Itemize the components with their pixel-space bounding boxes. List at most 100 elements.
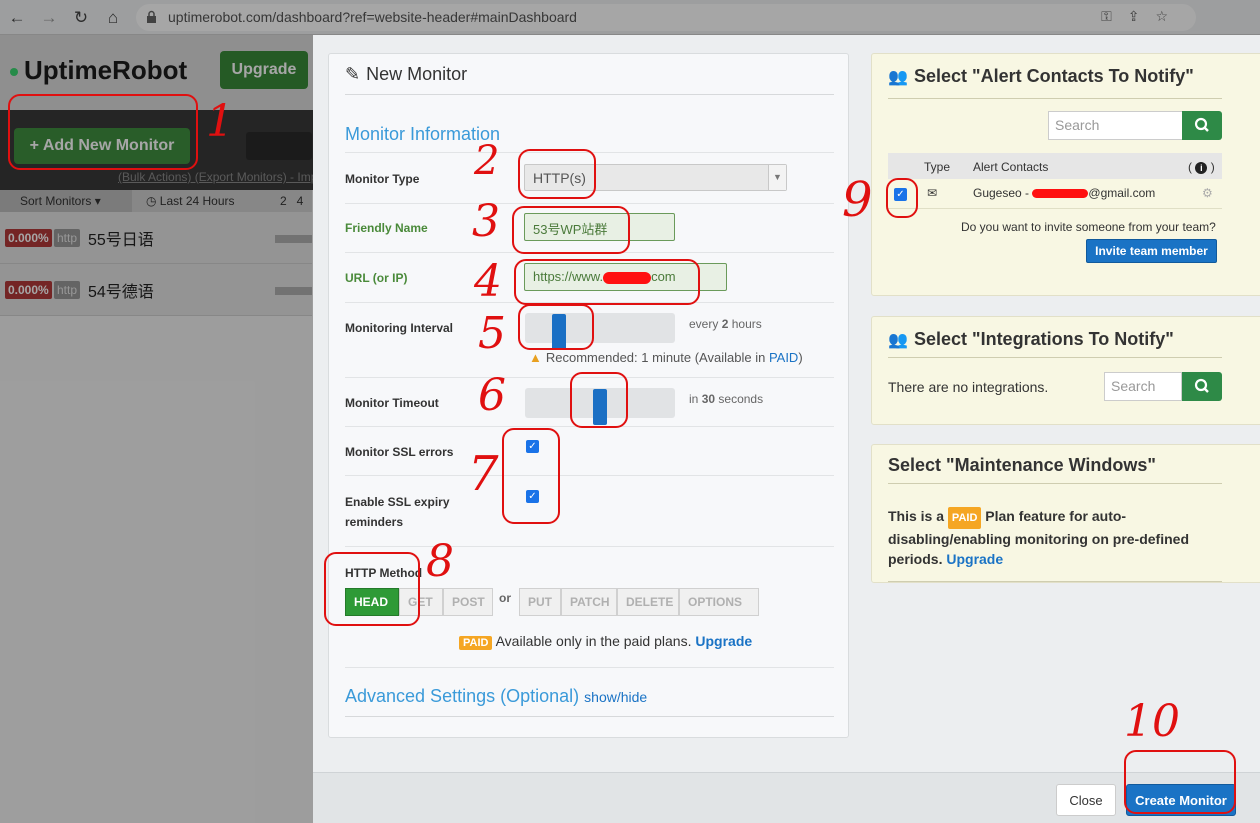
monitor-row[interactable]: 0.000% http 55号日语	[0, 212, 312, 264]
method-get-button[interactable]: GET	[399, 588, 443, 616]
divider	[345, 203, 834, 204]
advanced-settings: Advanced Settings (Optional) show/hide	[345, 686, 647, 707]
col-info: ( i )	[1188, 160, 1215, 174]
or-text: or	[499, 591, 511, 605]
recommendation-close: )	[798, 350, 803, 365]
browser-action-icons[interactable]: ⚿⇪☆	[1101, 8, 1184, 25]
maintenance-text: This is a PAID Plan feature for auto- di…	[888, 506, 1189, 569]
divider	[345, 252, 834, 253]
url-text: uptimerobot.com/dashboard?ref=website-he…	[168, 9, 577, 25]
alert-contacts-search-button[interactable]	[1182, 111, 1222, 140]
upgrade-button[interactable]: Upgrade	[220, 51, 308, 89]
method-patch-button[interactable]: PATCH	[561, 588, 617, 616]
search-icon	[1194, 378, 1209, 393]
alert-contacts-search-input[interactable]: Search	[1048, 111, 1183, 140]
warning-icon: ▲	[529, 350, 542, 365]
monitor-row[interactable]: 0.000% http 54号德语	[0, 264, 312, 316]
divider	[345, 377, 834, 378]
forward-icon[interactable]: →	[38, 7, 60, 29]
contact-prefix: Gugeseo -	[973, 186, 1030, 200]
divider	[345, 152, 834, 153]
ssl-expiry-label-2: reminders	[345, 515, 404, 529]
close-button[interactable]: Close	[1056, 784, 1116, 816]
upgrade-link[interactable]: Upgrade	[695, 633, 752, 649]
ssl-expiry-checkbox[interactable]: ✓	[526, 490, 539, 503]
redaction-mark	[1032, 189, 1089, 199]
sort-row: Sort Monitors ▾ ◷ Last 24 Hours 2 4	[0, 190, 312, 212]
invite-team-member-button[interactable]: Invite team member	[1086, 239, 1217, 263]
divider	[345, 426, 834, 427]
uptime-bar	[275, 287, 312, 295]
url-prefix: https://www.	[533, 269, 604, 284]
dashboard-search-input[interactable]	[246, 132, 312, 160]
logo-text: UptimeRobot	[24, 55, 188, 85]
friendly-name-input[interactable]: 53号WP站群	[524, 213, 675, 241]
bulk-actions-links[interactable]: (Bulk Actions) (Export Monitors) - Imp	[118, 170, 317, 184]
interval-note: every 2 hours	[689, 317, 762, 331]
reload-icon[interactable]: ↻	[70, 7, 92, 29]
edit-icon: ✎	[345, 64, 361, 84]
alert-contact-row[interactable]: ✓ ✉ Gugeseo - @gmail.com ⚙	[888, 179, 1222, 209]
interval-note-value: 2	[721, 317, 729, 331]
sort-monitors-button[interactable]: Sort Monitors ▾	[0, 190, 132, 212]
interval-note-post: hours	[731, 317, 762, 331]
recommendation-note: ▲ Recommended: 1 minute (Available in PAI…	[529, 350, 803, 365]
modal-footer: Close Create Monitor	[313, 772, 1260, 823]
method-options-button[interactable]: OPTIONS	[679, 588, 759, 616]
last-24-hours-label[interactable]: ◷ Last 24 Hours	[146, 194, 235, 208]
section-monitor-information: Monitor Information	[345, 124, 501, 144]
monitor-name[interactable]: 55号日语	[88, 226, 154, 250]
divider	[345, 475, 834, 476]
show-hide-link[interactable]: show/hide	[584, 689, 647, 705]
integrations-search-input[interactable]: Search	[1104, 372, 1182, 401]
divider	[345, 546, 834, 547]
alert-contacts-title-text: Select "Alert Contacts To Notify"	[914, 66, 1194, 86]
info-icon: i	[1195, 162, 1208, 174]
users-icon: 👥	[888, 69, 908, 86]
ssl-errors-checkbox[interactable]: ✓	[526, 440, 539, 453]
upgrade-link[interactable]: Upgrade	[946, 551, 1003, 567]
slider-handle[interactable]	[593, 389, 607, 425]
divider	[888, 357, 1222, 358]
alert-contacts-panel: 👥 Select "Alert Contacts To Notify" Searc…	[871, 53, 1260, 296]
invite-question: Do you want to invite someone from your …	[961, 220, 1216, 234]
maintenance-text-1: This is a	[888, 508, 945, 524]
divider	[888, 98, 1222, 99]
browser-toolbar: ← → ↻ ⌂ uptimerobot.com/dashboard?ref=we…	[0, 0, 1260, 35]
monitor-timeout-slider[interactable]	[525, 388, 675, 425]
url-suffix: com	[651, 269, 676, 284]
monitor-type-select[interactable]: HTTP(s) ▼	[524, 164, 787, 191]
logo: UptimeRobot	[10, 55, 187, 86]
search-icon	[1194, 117, 1209, 132]
add-new-monitor-button[interactable]: + Add New Monitor	[14, 128, 190, 164]
monitor-name[interactable]: 54号德语	[88, 278, 154, 302]
advanced-settings-title: Advanced Settings (Optional)	[345, 686, 580, 706]
method-post-button[interactable]: POST	[443, 588, 493, 616]
home-icon[interactable]: ⌂	[102, 7, 124, 29]
paid-link[interactable]: PAID	[769, 350, 798, 365]
alert-contacts-table-header: Type Alert Contacts ( i )	[888, 153, 1222, 179]
contact-suffix: @gmail.com	[1088, 186, 1156, 200]
divider	[888, 581, 1222, 582]
method-put-button[interactable]: PUT	[519, 588, 561, 616]
redaction-mark	[603, 271, 652, 284]
monitoring-interval-slider[interactable]	[525, 313, 675, 350]
uptime-badge: 0.000%	[5, 281, 52, 299]
back-icon[interactable]: ←	[6, 7, 28, 29]
alert-contact-checkbox[interactable]: ✓	[894, 188, 907, 201]
slider-handle[interactable]	[552, 314, 566, 350]
create-monitor-button[interactable]: Create Monitor	[1126, 784, 1236, 816]
method-delete-button[interactable]: DELETE	[617, 588, 679, 616]
method-head-button[interactable]: HEAD	[345, 588, 399, 616]
integrations-search-button[interactable]	[1182, 372, 1222, 401]
col-info-close: )	[1210, 160, 1215, 174]
gear-icon[interactable]: ⚙	[1202, 186, 1213, 200]
paid-text: Available only in the paid plans.	[495, 633, 692, 649]
new-monitor-form: ✎ New Monitor Monitor Information Monitor…	[328, 53, 849, 738]
address-bar[interactable]: uptimerobot.com/dashboard?ref=website-he…	[136, 4, 1196, 31]
recommendation-text: Recommended: 1 minute (Available in	[545, 350, 766, 365]
url-label: URL (or IP)	[345, 271, 408, 285]
url-input[interactable]: https://www. com	[524, 263, 727, 291]
alert-contact-name: Gugeseo - @gmail.com	[973, 186, 1155, 200]
type-badge: http	[54, 281, 81, 299]
